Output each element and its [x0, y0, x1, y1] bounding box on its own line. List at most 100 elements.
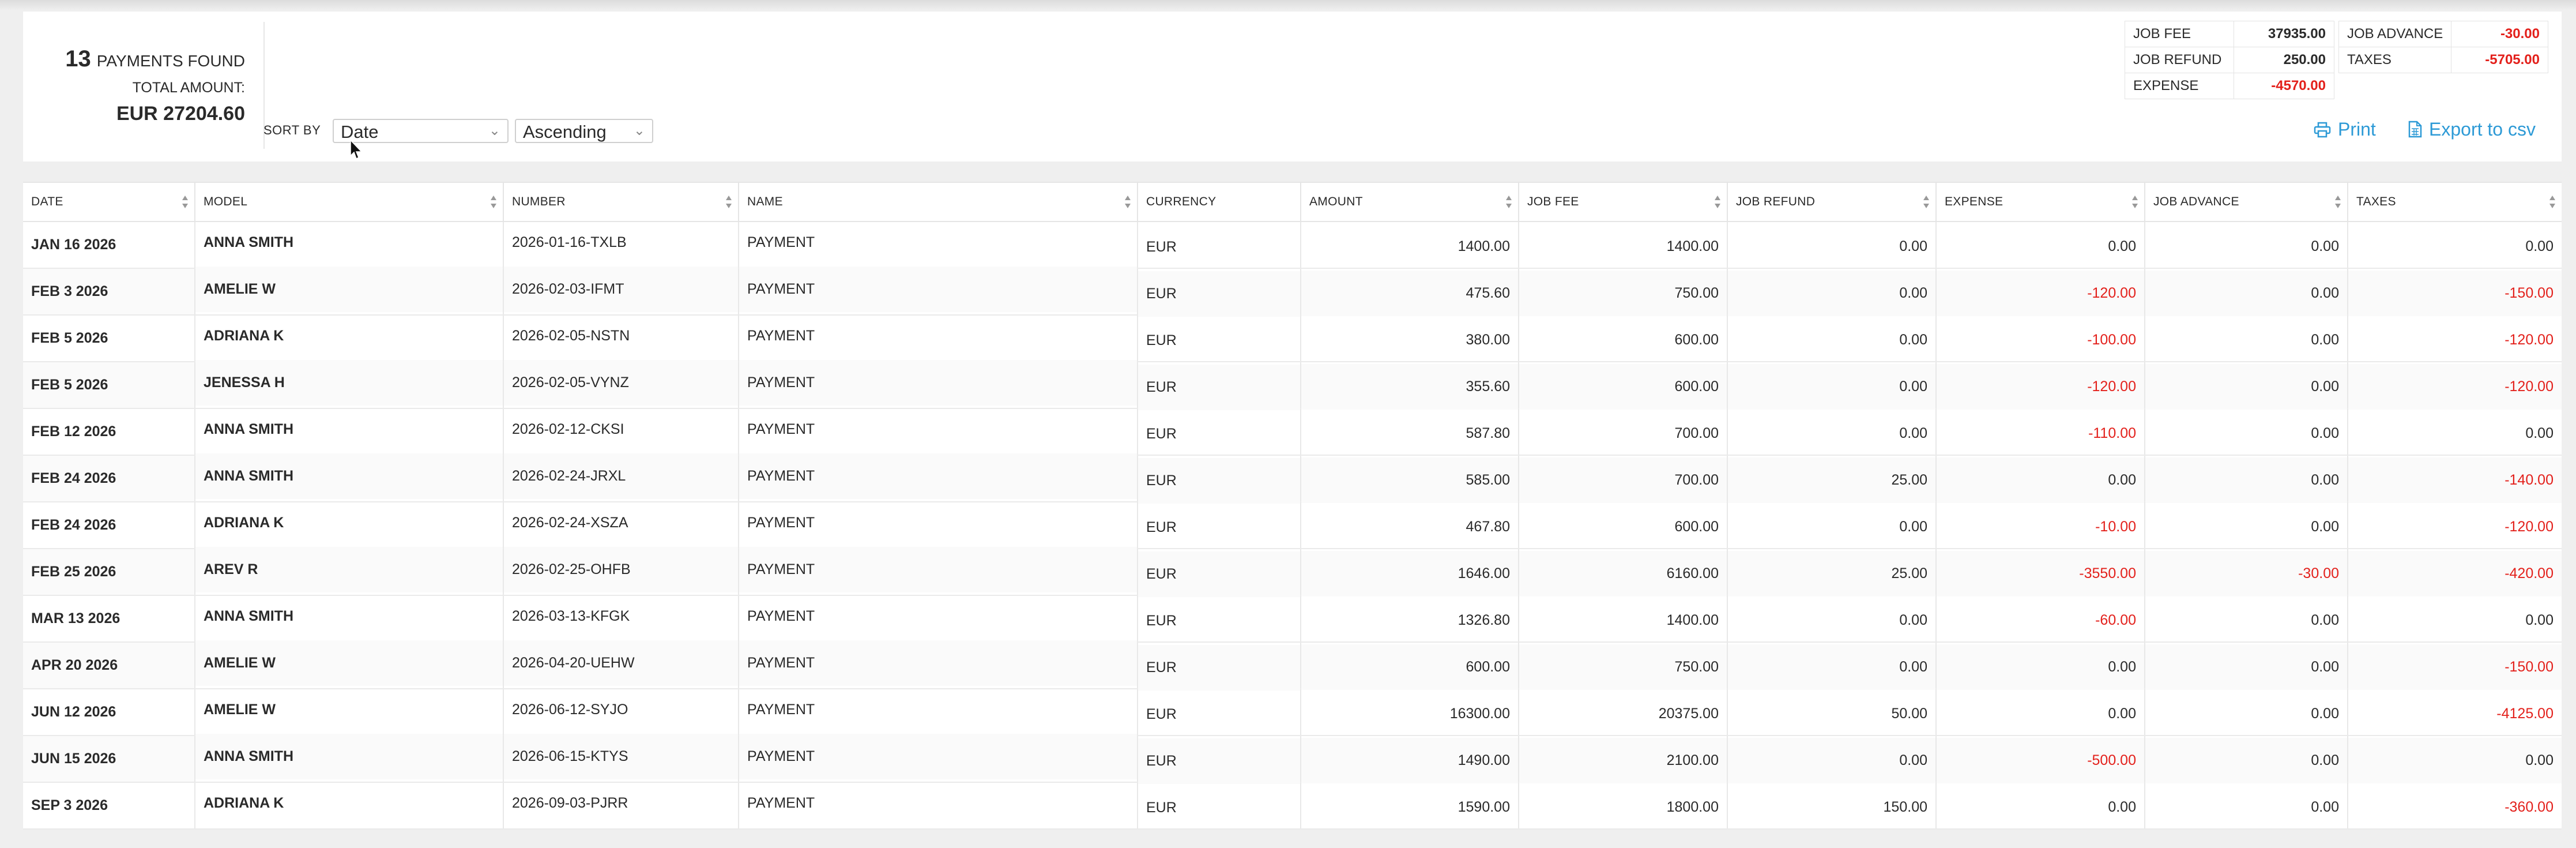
table-row[interactable]: FEB 5 2026 ADRIANA K 2026-02-05-NSTN PAYMEN… — [23, 313, 2562, 365]
cell-number: 2026-04-20-UEHW — [503, 640, 739, 687]
cell-name: PAYMENT — [739, 453, 1138, 500]
export-csv-button[interactable]: Export to csv — [2408, 119, 2536, 140]
cell-date: JAN 16 2026 — [23, 222, 195, 269]
cell-taxes: -140.00 — [2348, 457, 2562, 504]
cell-job-fee: 600.00 — [1519, 363, 1728, 411]
column-header-amount[interactable]: AMOUNT — [1301, 182, 1519, 222]
cell-job-advance: 0.00 — [2145, 410, 2348, 457]
cell-model: ANNA SMITH — [195, 453, 504, 500]
table-row[interactable]: JAN 16 2026 ANNA SMITH 2026-01-16-TXLB PAYM… — [23, 219, 2562, 271]
cell-name: PAYMENT — [739, 266, 1138, 313]
job-refund-total-value: 250.00 — [2234, 47, 2334, 73]
table-row[interactable]: FEB 5 2026 JENESSA H 2026-02-05-VYNZ PAYMEN… — [23, 359, 2562, 411]
column-header-job-fee[interactable]: JOB FEE — [1519, 182, 1728, 222]
cell-expense: -3550.00 — [1936, 550, 2145, 598]
table-row[interactable]: MAR 13 2026 ANNA SMITH 2026-03-13-KFGK PAYM… — [23, 593, 2562, 645]
cell-number: 2026-02-24-XSZA — [503, 500, 739, 547]
sort-order-select[interactable]: Ascending ⌄ — [515, 119, 653, 143]
cell-name: PAYMENT — [739, 219, 1138, 267]
table-row[interactable]: FEB 24 2026 ANNA SMITH 2026-02-24-JRXL PAYM… — [23, 453, 2562, 505]
cell-date: FEB 25 2026 — [23, 549, 195, 596]
total-amount-label: TOTAL AMOUNT: — [132, 80, 245, 96]
cell-number: 2026-02-12-CKSI — [503, 406, 739, 453]
cell-taxes: -420.00 — [2348, 550, 2562, 598]
cell-model: ADRIANA K — [195, 780, 504, 827]
payments-table: DATE MODEL NUMBER NAME CURRENCY AMOUNT J… — [23, 182, 2562, 832]
cell-taxes: -150.00 — [2348, 644, 2562, 691]
table-row[interactable]: JUN 12 2026 AMELIE W 2026-06-12-SYJO PAYMEN… — [23, 686, 2562, 738]
cell-job-fee: 750.00 — [1519, 270, 1728, 317]
cell-job-advance: 0.00 — [2145, 644, 2348, 691]
cell-job-refund: 0.00 — [1727, 737, 1937, 785]
cell-expense: 0.00 — [1936, 644, 2145, 691]
cell-job-fee: 1400.00 — [1519, 223, 1728, 271]
totals-table-right: JOB ADVANCE -30.00 TAXES -5705.00 — [2338, 21, 2548, 73]
column-header-number[interactable]: NUMBER — [503, 182, 739, 222]
cell-taxes: -120.00 — [2348, 317, 2562, 364]
table-row[interactable]: FEB 12 2026 ANNA SMITH 2026-02-12-CKSI PAYM… — [23, 406, 2562, 458]
column-header-name[interactable]: NAME — [739, 182, 1138, 222]
cell-date: FEB 3 2026 — [23, 268, 195, 316]
job-advance-total-value: -30.00 — [2451, 21, 2548, 47]
table-row[interactable]: FEB 3 2026 AMELIE W 2026-02-03-IFMT PAYMENT… — [23, 266, 2562, 318]
cell-name: PAYMENT — [739, 359, 1138, 407]
cell-amount: 587.80 — [1301, 410, 1519, 457]
cell-name: PAYMENT — [739, 640, 1138, 687]
cell-taxes: -150.00 — [2348, 270, 2562, 317]
sort-icon — [2335, 196, 2341, 208]
cell-job-refund: 0.00 — [1727, 363, 1937, 411]
cell-date: SEP 3 2026 — [23, 782, 195, 830]
expense-total-value: -4570.00 — [2234, 73, 2334, 99]
cell-currency: EUR — [1138, 271, 1301, 318]
sort-icon — [1506, 196, 1512, 208]
payments-count-label: PAYMENTS FOUND — [96, 52, 245, 70]
total-row-job-refund: JOB REFUND 250.00 — [2125, 47, 2334, 73]
cell-currency: EUR — [1138, 317, 1301, 365]
top-shadow — [0, 0, 2576, 10]
table-row[interactable]: FEB 24 2026 ADRIANA K 2026-02-24-XSZA PAYME… — [23, 500, 2562, 551]
column-header-model[interactable]: MODEL — [195, 182, 504, 222]
table-row[interactable]: SEP 3 2026 ADRIANA K 2026-09-03-PJRR PAYMEN… — [23, 780, 2562, 832]
summary-header: 13 PAYMENTS FOUND TOTAL AMOUNT: EUR 27204… — [23, 12, 2562, 162]
cell-taxes: 0.00 — [2348, 597, 2562, 644]
cell-taxes: -360.00 — [2348, 784, 2562, 831]
cell-job-advance: 0.00 — [2145, 270, 2348, 317]
cell-job-refund: 150.00 — [1727, 784, 1937, 831]
cell-model: ADRIANA K — [195, 500, 504, 547]
cell-job-fee: 2100.00 — [1519, 737, 1728, 785]
column-header-job-refund[interactable]: JOB REFUND — [1727, 182, 1937, 222]
total-row-expense: EXPENSE -4570.00 — [2125, 73, 2334, 99]
column-header-job-advance[interactable]: JOB ADVANCE — [2145, 182, 2348, 222]
cell-amount: 1400.00 — [1301, 223, 1519, 271]
cell-name: PAYMENT — [739, 686, 1138, 734]
cell-amount: 380.00 — [1301, 317, 1519, 364]
cell-currency: EUR — [1138, 457, 1301, 505]
job-fee-total-value: 37935.00 — [2234, 21, 2334, 47]
cell-date: FEB 24 2026 — [23, 455, 195, 502]
table-row[interactable]: FEB 25 2026 AREV R 2026-02-25-OHFB PAYMENT E… — [23, 546, 2562, 598]
column-header-expense[interactable]: EXPENSE — [1936, 182, 2145, 222]
cell-expense: -120.00 — [1936, 363, 2145, 411]
cell-date: FEB 12 2026 — [23, 408, 195, 456]
cell-currency: EUR — [1138, 411, 1301, 458]
cell-model: AREV R — [195, 546, 504, 594]
cell-amount: 16300.00 — [1301, 691, 1519, 738]
cell-taxes: 0.00 — [2348, 410, 2562, 457]
cell-currency: EUR — [1138, 504, 1301, 551]
sort-icon — [1125, 196, 1131, 208]
table-row[interactable]: JUN 15 2026 ANNA SMITH 2026-06-15-KTYS PAYM… — [23, 733, 2562, 785]
payments-count: 13 PAYMENTS FOUND — [65, 46, 245, 72]
chevron-down-icon: ⌄ — [488, 123, 500, 138]
cell-number: 2026-02-03-IFMT — [503, 266, 739, 313]
column-header-taxes[interactable]: TAXES — [2348, 182, 2562, 222]
column-header-date[interactable]: DATE — [23, 182, 195, 222]
cell-job-refund: 25.00 — [1727, 550, 1937, 598]
cell-amount: 1490.00 — [1301, 737, 1519, 785]
print-button[interactable]: Print — [2314, 119, 2376, 140]
cell-model: ANNA SMITH — [195, 219, 504, 267]
table-row[interactable]: APR 20 2026 AMELIE W 2026-04-20-UEHW PAYMEN… — [23, 640, 2562, 692]
cell-date: JUN 12 2026 — [23, 689, 195, 736]
cell-job-advance: 0.00 — [2145, 223, 2348, 271]
cell-amount: 1326.80 — [1301, 597, 1519, 644]
cell-taxes: -120.00 — [2348, 504, 2562, 551]
